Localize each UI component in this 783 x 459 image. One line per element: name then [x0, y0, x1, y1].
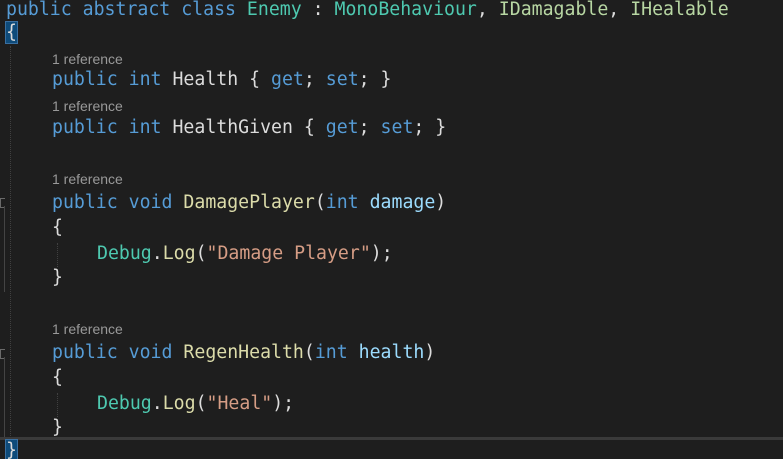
- keyword-abstract: abstract: [82, 0, 171, 20]
- close-paren: ): [424, 342, 436, 363]
- property-name-health-given: HealthGiven: [172, 117, 293, 138]
- interface-idamagable: IDamagable: [498, 0, 609, 20]
- parameter-health: health: [358, 342, 425, 363]
- code-line-class-open-brace[interactable]: {: [5, 21, 18, 44]
- open-brace: {: [238, 69, 272, 90]
- keyword-public: public: [6, 0, 72, 20]
- codelens-health-given-references[interactable]: 1 reference: [52, 98, 123, 114]
- colon: :: [301, 0, 335, 20]
- class-debug: Debug: [97, 243, 152, 264]
- codelens-health-references[interactable]: 1 reference: [52, 51, 123, 67]
- semicolon: ;: [303, 69, 326, 90]
- keyword-set: set: [380, 117, 414, 138]
- class-open-brace: {: [5, 21, 18, 44]
- method-name-damage-player: DamagePlayer: [183, 192, 315, 213]
- keyword-public: public: [52, 342, 118, 363]
- code-line-property-health[interactable]: public int Health { get; set; }: [52, 69, 392, 91]
- method-close-brace: }: [52, 417, 63, 438]
- close-paren-semicolon: );: [370, 243, 393, 264]
- keyword-int: int: [314, 342, 348, 363]
- indent-guide-regen-body: [57, 393, 58, 417]
- code-line-debug-log-damage[interactable]: Debug.Log("Damage Player");: [97, 243, 393, 265]
- string-damage-player: "Damage Player": [206, 243, 371, 264]
- keyword-get: get: [325, 117, 359, 138]
- method-name-regen-health: RegenHealth: [183, 342, 304, 363]
- open-paren: (: [303, 342, 315, 363]
- method-close-brace: }: [52, 267, 63, 288]
- close-paren: ): [435, 192, 447, 213]
- open-paren: (: [314, 192, 326, 213]
- close-brace: ; }: [358, 69, 392, 90]
- code-line-debug-log-heal[interactable]: Debug.Log("Heal");: [97, 393, 294, 415]
- comma: ,: [476, 0, 499, 20]
- semicolon: ;: [358, 117, 381, 138]
- fold-region-damage-player: [4, 206, 5, 292]
- class-close-brace: }: [5, 439, 18, 459]
- close-paren-semicolon: );: [272, 393, 295, 414]
- keyword-get: get: [271, 69, 304, 90]
- keyword-set: set: [325, 69, 359, 90]
- parameter-damage: damage: [369, 192, 436, 213]
- code-line-regen-open-brace[interactable]: {: [52, 367, 63, 389]
- code-line-regen-close-brace[interactable]: }: [52, 417, 63, 439]
- code-line-method-damage-player[interactable]: public void DamagePlayer(int damage): [52, 192, 446, 214]
- class-debug: Debug: [97, 393, 152, 414]
- code-editor[interactable]: public abstract class Enemy : MonoBehavi…: [0, 0, 783, 459]
- code-line-damage-close-brace[interactable]: }: [52, 267, 63, 289]
- keyword-int: int: [128, 69, 162, 90]
- keyword-void: void: [128, 192, 173, 213]
- dot: .: [151, 243, 163, 264]
- keyword-public: public: [52, 69, 118, 90]
- base-class: MonoBehaviour: [334, 0, 477, 20]
- close-brace: ; }: [413, 117, 447, 138]
- code-line-class-close-brace[interactable]: }: [5, 439, 18, 459]
- class-name: Enemy: [246, 0, 302, 20]
- dot: .: [151, 393, 163, 414]
- comma: ,: [608, 0, 631, 20]
- keyword-public: public: [52, 192, 118, 213]
- codelens-damage-player-references[interactable]: 1 reference: [52, 171, 123, 187]
- indent-guide-class: [10, 46, 11, 436]
- keyword-class: class: [181, 0, 236, 20]
- code-line-damage-open-brace[interactable]: {: [52, 217, 63, 239]
- code-line-property-health-given[interactable]: public int HealthGiven { get; set; }: [52, 117, 446, 139]
- interface-ihealable: IHealable: [630, 0, 729, 20]
- codelens-regen-health-references[interactable]: 1 reference: [52, 321, 123, 337]
- open-brace: {: [292, 117, 326, 138]
- code-line-method-regen-health[interactable]: public void RegenHealth(int health): [52, 342, 435, 364]
- indent-guide-damage-body: [57, 243, 58, 267]
- method-open-brace: {: [52, 217, 63, 238]
- string-heal: "Heal": [206, 393, 273, 414]
- fold-region-regen-health: [4, 357, 5, 437]
- open-paren: (: [195, 243, 207, 264]
- open-paren: (: [195, 393, 207, 414]
- method-open-brace: {: [52, 367, 63, 388]
- method-log: Log: [162, 243, 196, 264]
- method-log: Log: [162, 393, 196, 414]
- current-line-highlight: [0, 437, 783, 440]
- keyword-int: int: [325, 192, 359, 213]
- keyword-void: void: [128, 342, 173, 363]
- keyword-int: int: [128, 117, 162, 138]
- property-name-health: Health: [172, 69, 239, 90]
- code-line-class-declaration[interactable]: public abstract class Enemy : MonoBehavi…: [6, 0, 729, 21]
- keyword-public: public: [52, 117, 118, 138]
